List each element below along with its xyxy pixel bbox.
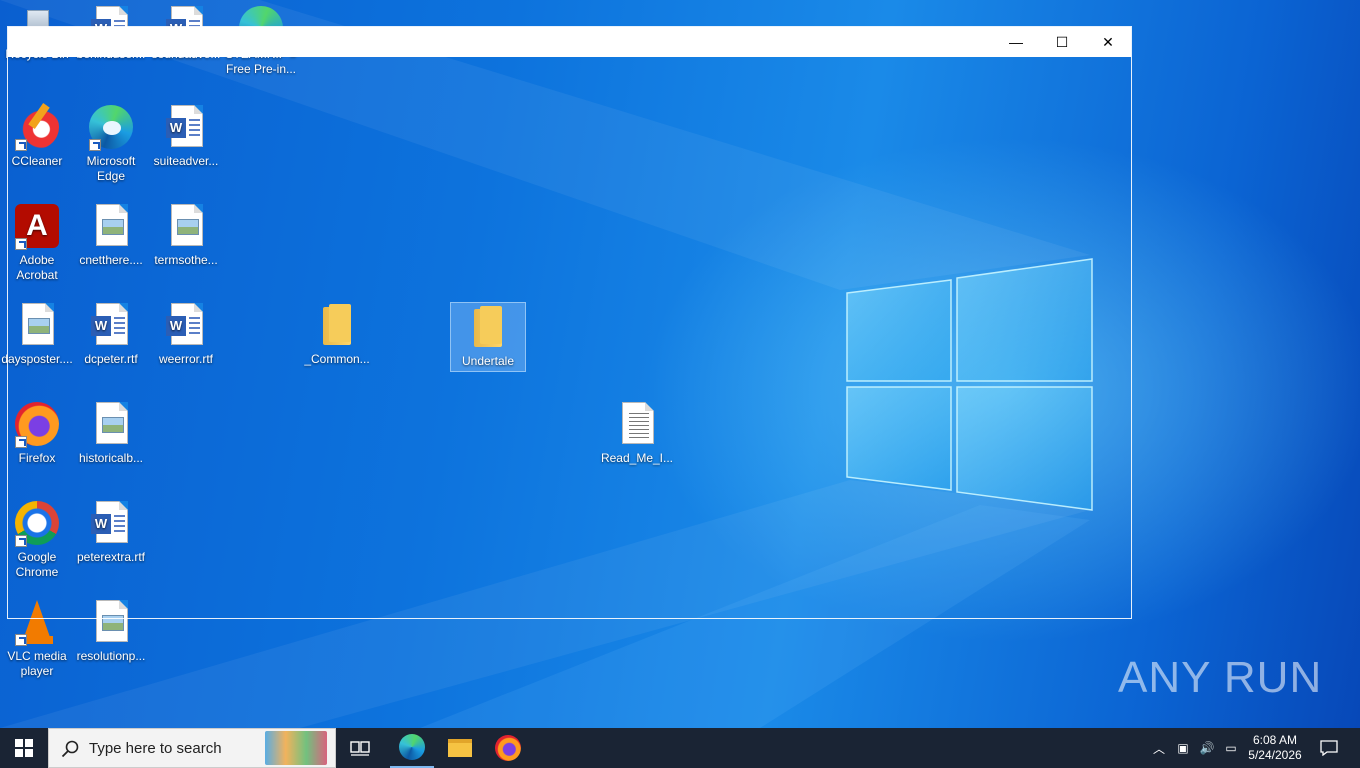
taskbar-search-box[interactable]: Type here to search xyxy=(48,728,336,768)
anyrun-watermark: ANY RUN xyxy=(1118,653,1323,702)
window-titlebar[interactable]: — ☐ ✕ xyxy=(8,27,1131,57)
taskbar: Type here to search ︿ ▣ 🔊 ▭ 6:08 AM 5/24… xyxy=(0,728,1360,768)
close-button[interactable]: ✕ xyxy=(1085,27,1131,57)
folder-icon xyxy=(448,739,472,757)
tray-meet-now[interactable]: ▣ xyxy=(1172,728,1194,768)
chevron-up-icon: ︿ xyxy=(1152,741,1165,756)
task-view-button[interactable] xyxy=(340,728,380,768)
camera-icon: ▣ xyxy=(1177,741,1189,755)
search-highlight-puzzle-icon xyxy=(265,731,327,765)
tray-volume[interactable]: 🔊 xyxy=(1196,728,1218,768)
app-window[interactable]: — ☐ ✕ xyxy=(7,26,1132,619)
search-placeholder: Type here to search xyxy=(89,740,222,757)
task-view-icon xyxy=(350,741,370,756)
show-hidden-icons-button[interactable]: ︿ xyxy=(1148,728,1170,768)
speaker-icon: 🔊 xyxy=(1199,741,1215,755)
firefox-icon xyxy=(495,735,521,761)
maximize-button[interactable]: ☐ xyxy=(1039,27,1085,57)
edge-icon xyxy=(399,734,425,760)
notification-icon xyxy=(1320,740,1338,756)
desktop[interactable]: Recycle Bin CCleaner A Adobe Acrobat day… xyxy=(0,0,1360,728)
taskbar-firefox[interactable] xyxy=(486,728,530,768)
taskbar-file-explorer[interactable] xyxy=(438,728,482,768)
minimize-button[interactable]: — xyxy=(993,27,1039,57)
clock-time: 6:08 AM xyxy=(1252,733,1298,747)
taskbar-edge[interactable] xyxy=(390,728,434,768)
clock-date: 5/24/2026 xyxy=(1248,748,1302,762)
taskbar-clock[interactable]: 6:08 AM 5/24/2026 xyxy=(1244,728,1306,768)
start-button[interactable] xyxy=(0,728,48,768)
action-center-button[interactable] xyxy=(1312,728,1346,768)
windows-start-icon xyxy=(15,739,33,757)
tray-network[interactable]: ▭ xyxy=(1220,728,1242,768)
search-icon xyxy=(61,740,79,758)
network-icon: ▭ xyxy=(1225,741,1237,755)
